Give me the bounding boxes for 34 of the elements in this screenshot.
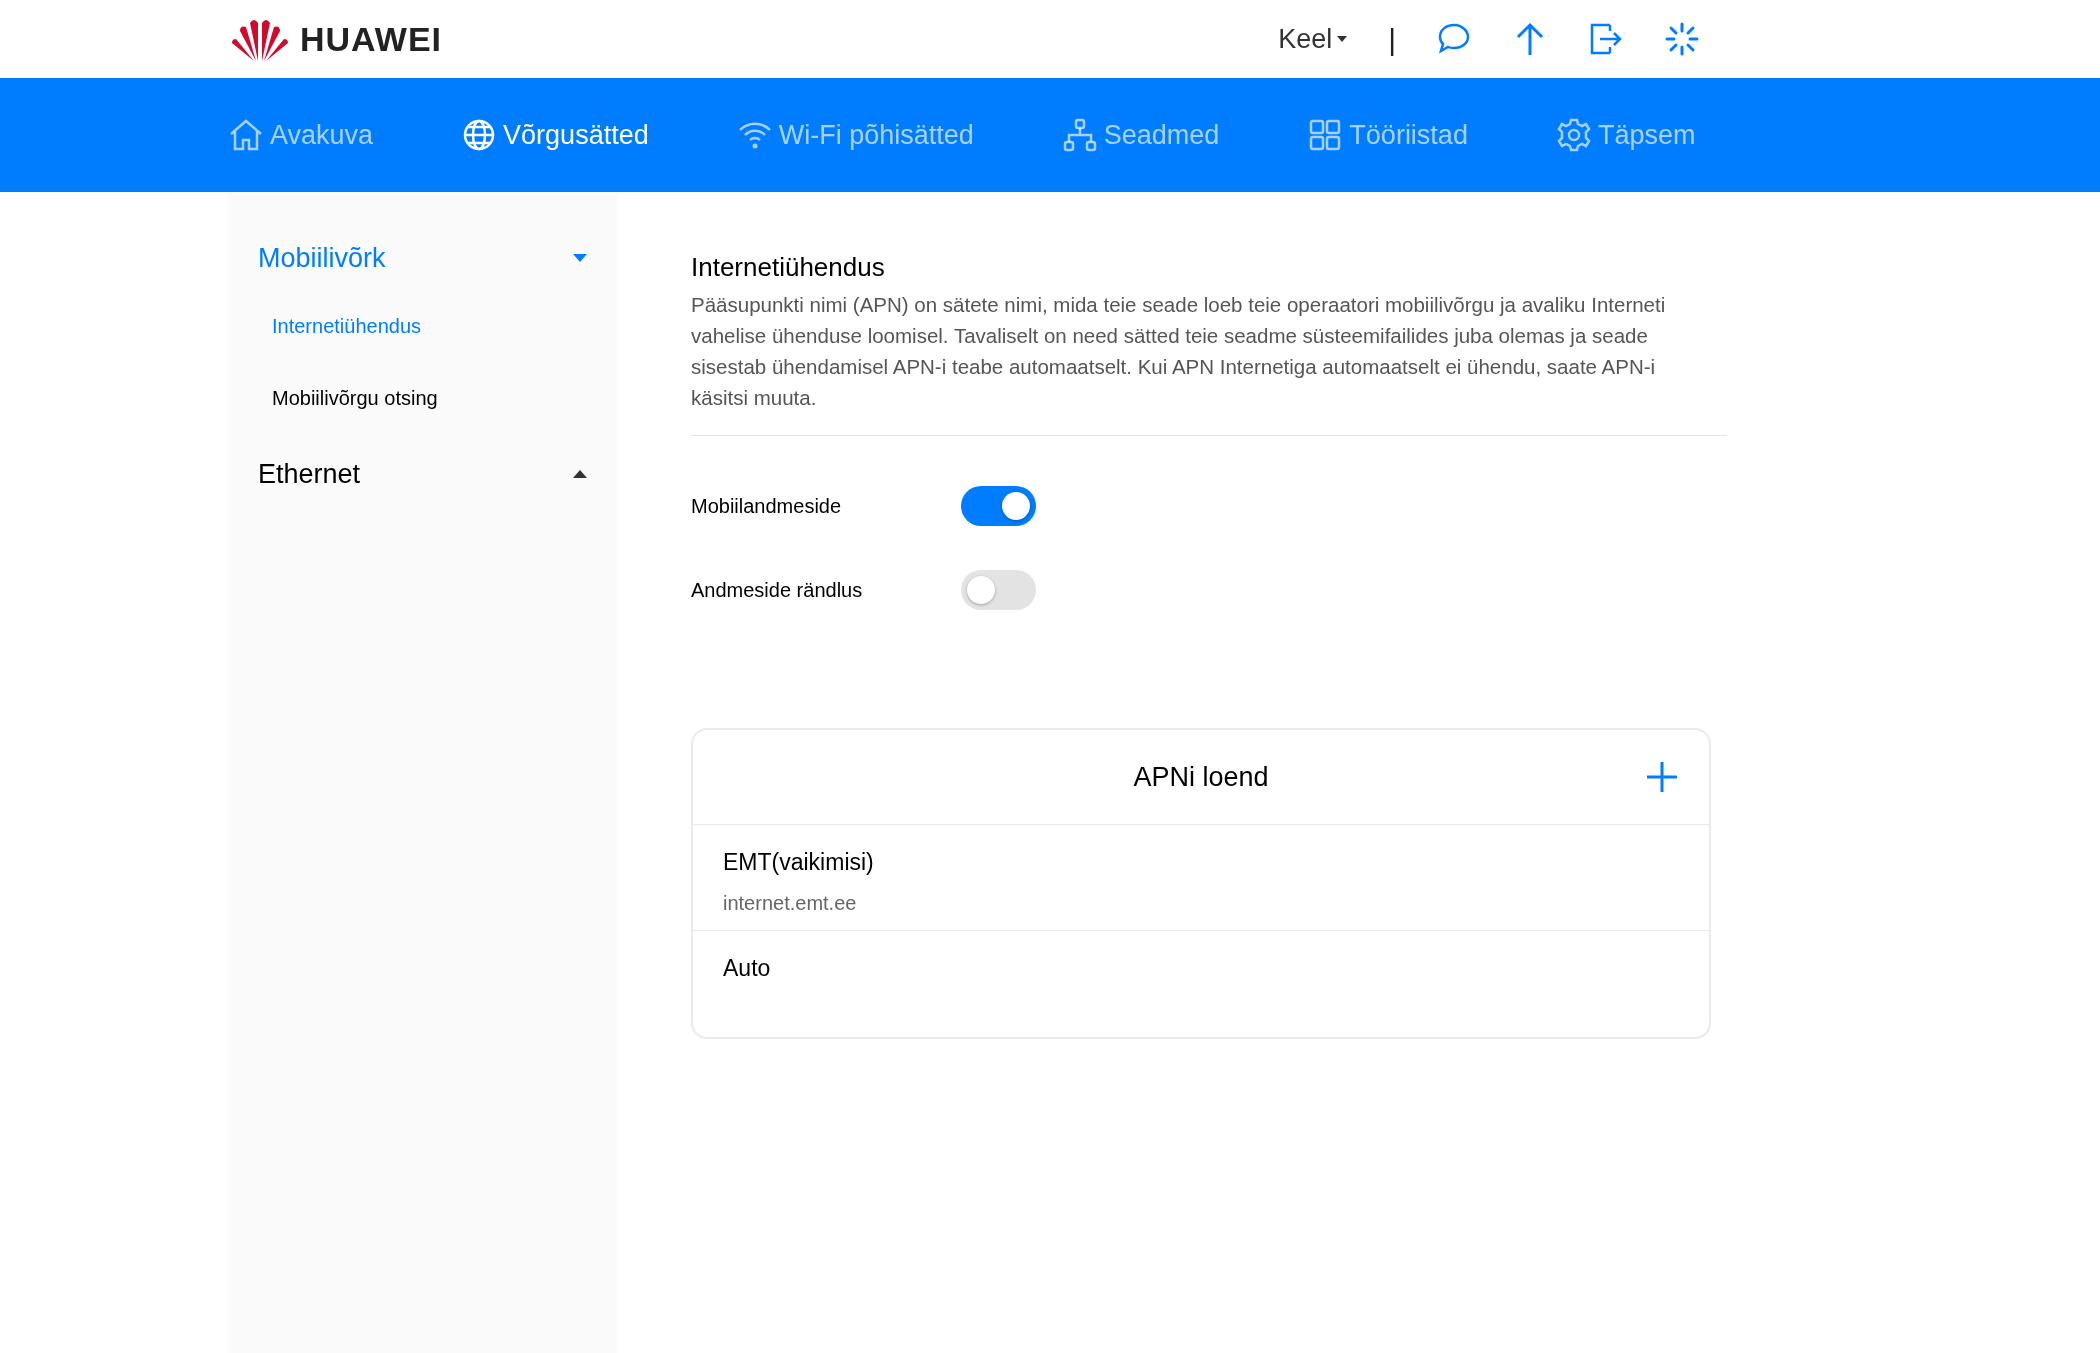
card-title: APNi loend	[1133, 760, 1269, 794]
apn-address: internet.emt.ee	[723, 890, 857, 916]
network-tree-icon	[1061, 117, 1098, 153]
toggle-switch[interactable]	[961, 570, 1036, 611]
nav-tab[interactable]: Võrgusätted	[461, 114, 649, 156]
language-dropdown[interactable]: Keel	[1278, 18, 1349, 60]
setting-label: Andmeside rändlus	[691, 578, 864, 604]
plus-icon[interactable]	[1645, 760, 1679, 795]
nav-tab[interactable]: Seadmed	[1061, 114, 1220, 156]
apn-name: Auto	[723, 954, 771, 984]
home-icon	[228, 117, 264, 153]
sidebar-item[interactable]: Mobiilivõrgu otsing	[272, 362, 438, 434]
section-description: Pääsupunkti nimi (APN) on sätete nimi, mida teie seade loeb teie operaatori mobiilivõrgu ja avaliku Interneti vahelise ühenduse loomisel. Tavaliselt on need sätted teie seadme süsteemifailides juba olemas ja seade sisestab ühendamisel APN-i teabe automaatselt. Kui APN Internetiga automaatselt ei ühendu, saate APN-i käsitsi muuta.	[691, 289, 1727, 437]
nav-tab[interactable]: Wi-Fi põhisätted	[736, 114, 974, 156]
nav-tab[interactable]: Avakuva	[228, 114, 374, 156]
nav-tab[interactable]: Täpsem	[1555, 114, 1696, 156]
caret-up-icon	[573, 470, 587, 478]
section-title: Internetiühendus	[691, 252, 886, 284]
gear-icon	[1555, 117, 1592, 153]
logout-icon[interactable]	[1588, 21, 1624, 57]
nav-tab[interactable]: Tööriistad	[1307, 114, 1468, 156]
brand-name: HUAWEI	[300, 18, 442, 60]
caret-down-icon	[1336, 35, 1349, 43]
toggle-switch[interactable]	[961, 486, 1036, 527]
apn-list-item[interactable]: Auto	[693, 931, 1709, 1038]
caret-down-icon	[573, 254, 587, 262]
spinner-icon[interactable]	[1664, 21, 1700, 57]
separator-text: |	[1388, 21, 1396, 58]
sidebar-item[interactable]: Internetiühendus	[272, 290, 421, 362]
apn-name: EMT(vaikimisi)	[723, 848, 874, 878]
apn-list-item[interactable]: EMT(vaikimisi) internet.emt.ee	[693, 825, 1709, 932]
sidebar-group[interactable]: Ethernet	[228, 442, 617, 506]
sidebar-group[interactable]: Mobiilivõrk	[228, 226, 617, 290]
setting-label: Mobiilandmeside	[691, 494, 843, 520]
